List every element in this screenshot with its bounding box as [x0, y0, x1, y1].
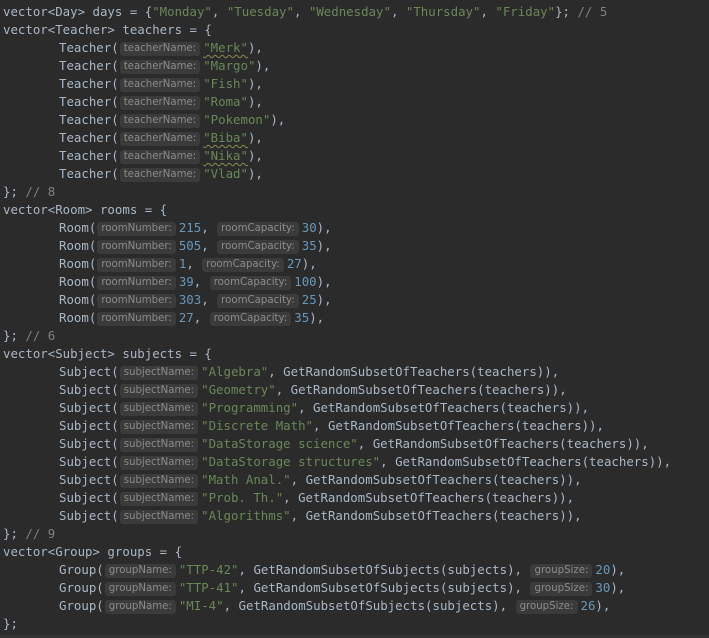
parameter-hint: groupName:: [104, 600, 176, 614]
parameter-hint: roomNumber:: [97, 222, 176, 236]
code-line-subject: Subject(subjectName: "Programming", GetRa…: [59, 400, 590, 416]
parameter-hint: groupSize:: [530, 564, 593, 578]
code-line-teacher: Teacher(teacherName: "Fish"),: [59, 76, 263, 92]
code-line-subject: Subject(subjectName: "Discrete Math", Get…: [59, 418, 604, 434]
code-line-rooms-close: }; // 6: [3, 328, 56, 343]
code-line-teachers-decl: vector<Teacher> teachers = {: [3, 22, 212, 37]
code-line-teacher: Teacher(teacherName: "Nika"),: [59, 148, 263, 164]
parameter-hint: roomCapacity:: [217, 294, 299, 308]
parameter-hint: groupName:: [104, 582, 176, 596]
parameter-hint: groupSize:: [515, 600, 578, 614]
parameter-hint: roomCapacity:: [209, 276, 292, 290]
code-line-teachers-close: }; // 8: [3, 184, 56, 199]
parameter-hint: teacherName:: [119, 42, 201, 56]
parameter-hint: teacherName:: [119, 60, 201, 74]
parameter-hint: roomNumber:: [97, 258, 176, 272]
parameter-hint: groupName:: [104, 564, 176, 578]
code-line-groups-close: };: [3, 616, 18, 631]
parameter-hint: groupSize:: [530, 582, 593, 596]
parameter-hint: teacherName:: [119, 114, 201, 128]
parameter-hint: roomCapacity:: [209, 312, 292, 326]
parameter-hint: subjectName:: [119, 456, 199, 470]
parameter-hint: roomNumber:: [97, 312, 176, 326]
code-line-room: Room(roomNumber: 303, roomCapacity: 25),: [59, 292, 332, 308]
code-line-subjects-decl: vector<Subject> subjects = {: [3, 346, 212, 361]
code-line-room: Room(roomNumber: 505, roomCapacity: 35),: [59, 238, 332, 254]
parameter-hint: roomCapacity:: [202, 258, 284, 272]
parameter-hint: teacherName:: [119, 132, 201, 146]
code-line-group: Group(groupName: "TTP-42", GetRandomSubse…: [59, 562, 626, 578]
code-line-subjects-close: }; // 9: [3, 526, 56, 541]
code-line-group: Group(groupName: "TTP-41", GetRandomSubse…: [59, 580, 626, 596]
parameter-hint: subjectName:: [119, 438, 199, 452]
code-editor[interactable]: vector<Day> days = {"Monday", "Tuesday",…: [0, 0, 709, 638]
parameter-hint: subjectName:: [119, 510, 199, 524]
parameter-hint: subjectName:: [119, 402, 199, 416]
code-line-teacher: Teacher(teacherName: "Pokemon"),: [59, 112, 286, 128]
code-line-room: Room(roomNumber: 27, roomCapacity: 35),: [59, 310, 325, 326]
parameter-hint: teacherName:: [119, 168, 201, 182]
parameter-hint: roomCapacity:: [217, 222, 299, 236]
code-line-days: vector<Day> days = {"Monday", "Tuesday",…: [3, 4, 608, 19]
code-line-subject: Subject(subjectName: "Math Anal.", GetRan…: [59, 472, 582, 488]
code-line-room: Room(roomNumber: 215, roomCapacity: 30),: [59, 220, 332, 236]
code-line-subject: Subject(subjectName: "Algorithms", GetRan…: [59, 508, 582, 524]
code-line-rooms-decl: vector<Room> rooms = {: [3, 202, 168, 217]
code-line-subject: Subject(subjectName: "Geometry", GetRando…: [59, 382, 567, 398]
code-line-teacher: Teacher(teacherName: "Vlad"),: [59, 166, 263, 182]
code-line-subject: Subject(subjectName: "DataStorage structu…: [59, 454, 672, 470]
code-line-teacher: Teacher(teacherName: "Merk"),: [59, 40, 263, 56]
code-line-subject: Subject(subjectName: "Algebra", GetRandom…: [59, 364, 560, 380]
parameter-hint: roomNumber:: [97, 276, 176, 290]
code-line-room: Room(roomNumber: 1, roomCapacity: 27),: [59, 256, 317, 272]
code-line-group: Group(groupName: "MI-4", GetRandomSubsetO…: [59, 598, 611, 614]
parameter-hint: roomNumber:: [97, 240, 176, 254]
code-line-teacher: Teacher(teacherName: "Roma"),: [59, 94, 263, 110]
code-line-groups-decl: vector<Group> groups = {: [3, 544, 183, 559]
code-line-room: Room(roomNumber: 39, roomCapacity: 100),: [59, 274, 332, 290]
parameter-hint: subjectName:: [119, 492, 199, 506]
parameter-hint: roomCapacity:: [217, 240, 299, 254]
parameter-hint: subjectName:: [119, 366, 199, 380]
code-line-teacher: Teacher(teacherName: "Biba"),: [59, 130, 263, 146]
code-line-teacher: Teacher(teacherName: "Margo"),: [59, 58, 271, 74]
parameter-hint: subjectName:: [119, 474, 199, 488]
parameter-hint: subjectName:: [119, 384, 199, 398]
parameter-hint: teacherName:: [119, 78, 201, 92]
parameter-hint: roomNumber:: [97, 294, 176, 308]
code-line-subject: Subject(subjectName: "Prob. Th.", GetRand…: [59, 490, 575, 506]
parameter-hint: teacherName:: [119, 150, 201, 164]
parameter-hint: teacherName:: [119, 96, 201, 110]
parameter-hint: subjectName:: [119, 420, 199, 434]
code-line-subject: Subject(subjectName: "DataStorage science…: [59, 436, 649, 452]
